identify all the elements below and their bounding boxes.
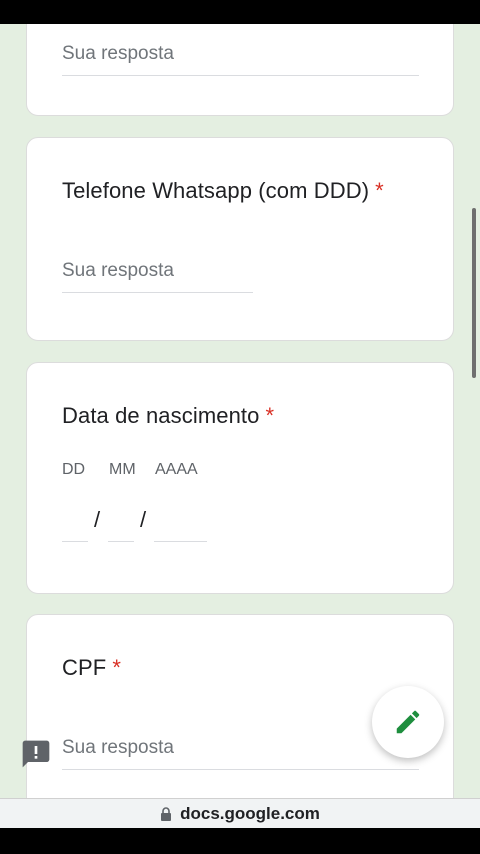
question-title-text: CPF bbox=[62, 655, 107, 680]
whatsapp-input[interactable]: Sua resposta bbox=[62, 260, 253, 293]
day-label: DD bbox=[62, 461, 86, 478]
report-icon bbox=[22, 740, 50, 768]
day-input[interactable] bbox=[62, 539, 88, 542]
browser-url-bar[interactable]: docs.google.com bbox=[0, 798, 480, 828]
nav-bar bbox=[0, 828, 480, 854]
question-title: Data de nascimento * bbox=[62, 403, 274, 429]
required-marker: * bbox=[112, 655, 121, 680]
question-card-whatsapp: Telefone Whatsapp (com DDD) * Sua respost… bbox=[26, 137, 454, 341]
answer-input[interactable]: Sua resposta bbox=[62, 43, 419, 76]
required-marker: * bbox=[265, 403, 275, 428]
url-text: docs.google.com bbox=[180, 803, 320, 823]
question-title: Telefone Whatsapp (com DDD) * bbox=[62, 178, 384, 204]
lock-icon bbox=[161, 806, 172, 821]
month-input[interactable] bbox=[108, 539, 134, 542]
question-title: CPF * bbox=[62, 655, 121, 681]
scrollbar[interactable] bbox=[472, 208, 476, 378]
year-label: AAAA bbox=[155, 461, 198, 478]
edit-fab-button[interactable] bbox=[372, 686, 444, 758]
date-separator: / bbox=[140, 507, 147, 532]
date-separator: / bbox=[94, 507, 101, 532]
question-title-text: Data de nascimento bbox=[62, 403, 260, 428]
question-card-birthdate: Data de nascimento * DD MM AAAA / / bbox=[26, 362, 454, 594]
status-bar bbox=[0, 0, 480, 24]
year-input[interactable] bbox=[154, 539, 207, 542]
question-card-previous: Sua resposta bbox=[26, 24, 454, 116]
question-title-text: Telefone Whatsapp (com DDD) bbox=[62, 178, 370, 203]
form-viewport: Sua resposta Telefone Whatsapp (com DDD)… bbox=[0, 24, 480, 798]
month-label: MM bbox=[109, 461, 136, 478]
required-marker: * bbox=[375, 178, 384, 203]
cpf-input[interactable]: Sua resposta bbox=[62, 737, 419, 770]
report-button[interactable] bbox=[20, 738, 52, 770]
pencil-icon bbox=[396, 710, 420, 734]
